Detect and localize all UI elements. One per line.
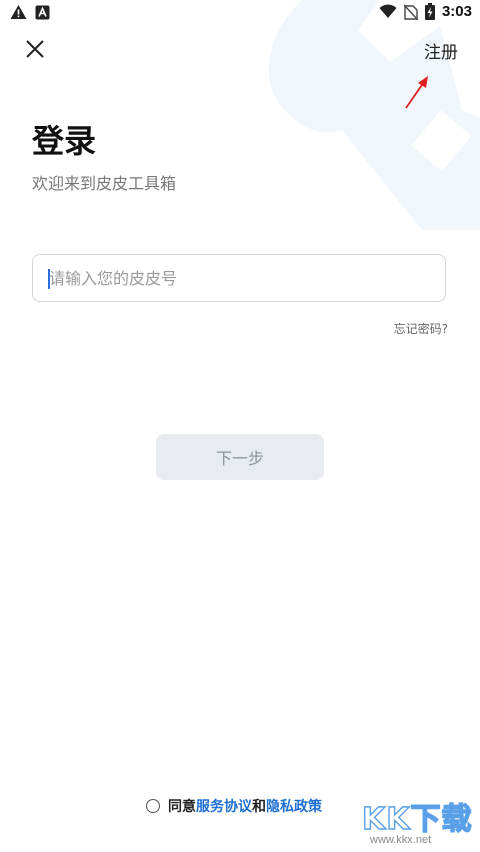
- next-step-button[interactable]: 下一步: [156, 434, 324, 480]
- annotation-arrow-icon: [405, 76, 428, 109]
- page-subtitle: 欢迎来到皮皮工具箱: [32, 174, 177, 193]
- no-sim-icon: [403, 4, 418, 20]
- privacy-policy-link[interactable]: 隐私政策: [266, 796, 322, 816]
- site-watermark: KK下载 www.kkx.net: [361, 794, 474, 852]
- login-screen: 3:03 注册 登录 欢迎来到皮皮工具箱 忘记密码? 下一步 同意 服务协议 和…: [0, 0, 480, 852]
- app-notification-icon: [35, 5, 50, 19]
- service-agreement-link[interactable]: 服务协议: [196, 796, 252, 816]
- account-input-box[interactable]: [32, 254, 446, 302]
- agreement-row: 同意 服务协议 和 隐私政策: [146, 796, 322, 816]
- page-title: 登录: [32, 122, 97, 160]
- status-bar: 3:03: [0, 0, 480, 26]
- close-icon[interactable]: [22, 36, 48, 62]
- agree-prefix: 同意: [168, 799, 196, 815]
- battery-charging-icon: [424, 3, 435, 20]
- forgot-password-link[interactable]: 忘记密码?: [394, 320, 448, 337]
- wrench-watermark-icon: [268, 0, 480, 230]
- register-link[interactable]: 注册: [424, 38, 458, 63]
- status-time: 3:03: [441, 3, 472, 20]
- kkx-logo: KK下载: [361, 801, 473, 837]
- watermark-url: www.kkx.net: [370, 834, 432, 846]
- agree-radio[interactable]: [146, 799, 160, 813]
- account-input[interactable]: [49, 255, 429, 301]
- wifi-icon: [379, 4, 397, 18]
- status-right: 3:03: [379, 3, 472, 20]
- status-left: [10, 4, 50, 20]
- warning-icon: [10, 5, 27, 19]
- agree-joiner: 和: [252, 799, 266, 815]
